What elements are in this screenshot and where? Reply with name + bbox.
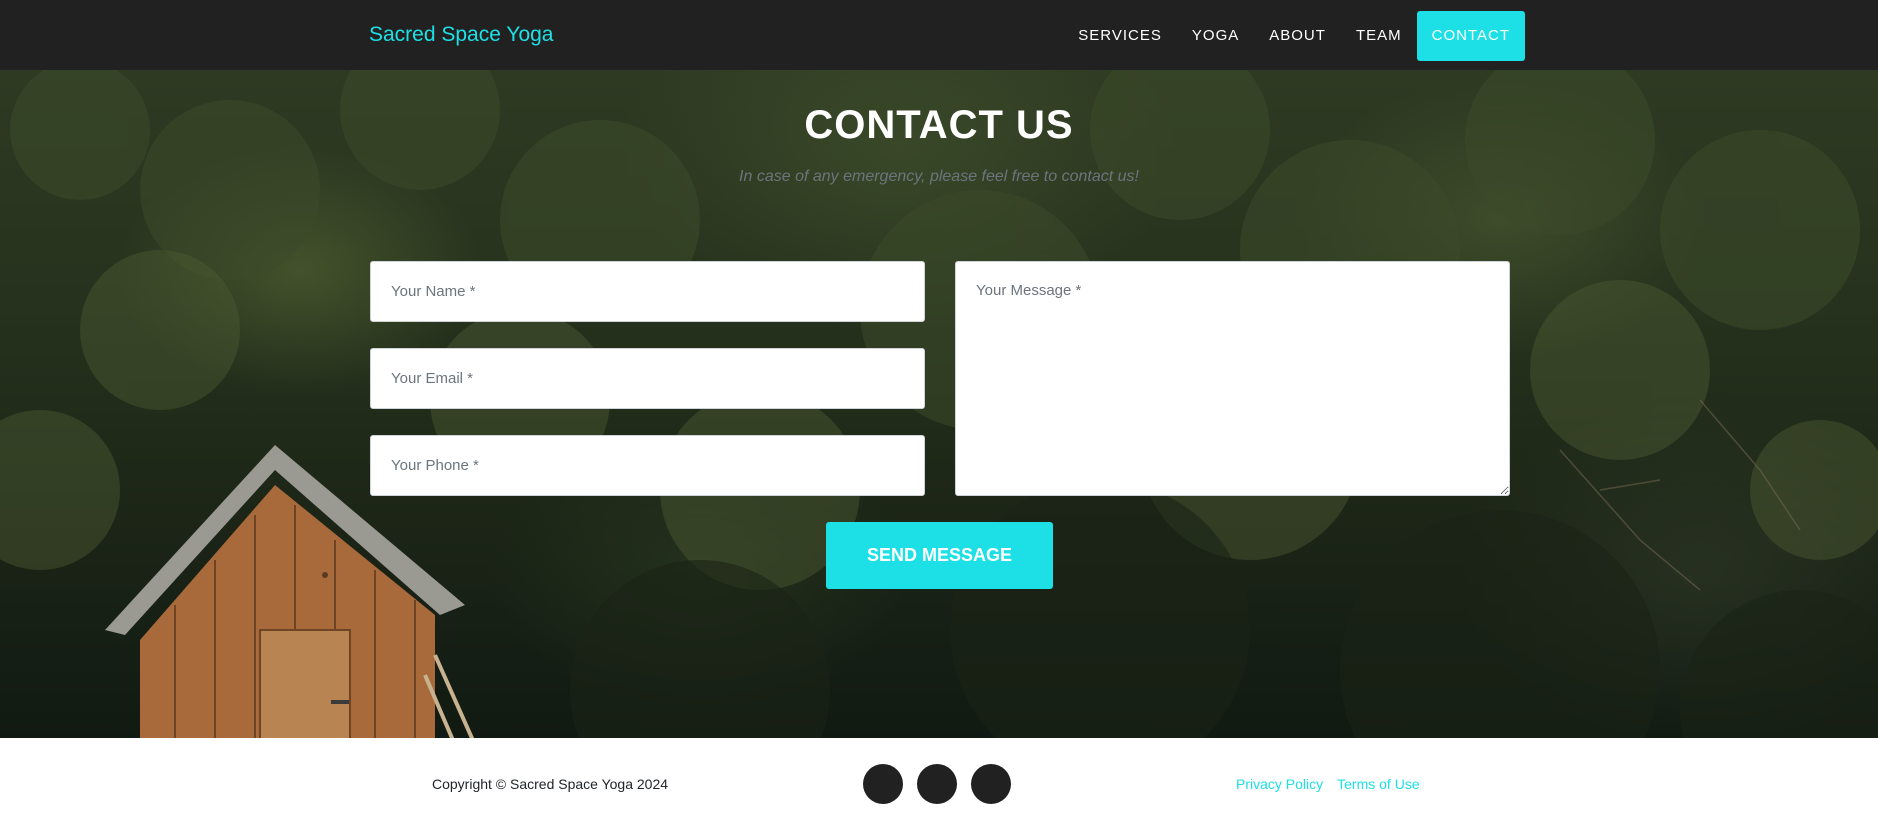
nav-link-yoga[interactable]: YOGA (1177, 11, 1254, 61)
section-title: CONTACT US (804, 103, 1074, 147)
linkedin-button[interactable] (971, 764, 1011, 804)
brand-logo[interactable]: Sacred Space Yoga (369, 23, 554, 47)
footer-links: Privacy Policy Terms of Use (1236, 776, 1420, 792)
phone-input[interactable] (370, 435, 925, 496)
section-subtitle: In case of any emergency, please feel fr… (739, 168, 1139, 185)
terms-of-use-link[interactable]: Terms of Use (1337, 776, 1419, 792)
contact-section: CONTACT US In case of any emergency, ple… (0, 70, 1878, 738)
privacy-policy-link[interactable]: Privacy Policy (1236, 776, 1323, 792)
navbar: Sacred Space Yoga SERVICES YOGA ABOUT TE… (0, 0, 1878, 70)
nav-link-contact[interactable]: CONTACT (1416, 11, 1525, 61)
twitter-button[interactable] (863, 764, 903, 804)
email-input[interactable] (370, 348, 925, 409)
message-textarea[interactable] (955, 261, 1510, 496)
send-message-button[interactable]: SEND MESSAGE (826, 522, 1053, 589)
facebook-button[interactable] (917, 764, 957, 804)
nav-link-team[interactable]: TEAM (1341, 11, 1417, 61)
nav-link-about[interactable]: ABOUT (1254, 11, 1341, 61)
nav-link-services[interactable]: SERVICES (1063, 11, 1177, 61)
footer: Copyright © Sacred Space Yoga 2024 Priva… (0, 738, 1878, 829)
nav-links: SERVICES YOGA ABOUT TEAM CONTACT (1063, 11, 1525, 61)
social-buttons (863, 764, 1011, 804)
copyright-text: Copyright © Sacred Space Yoga 2024 (432, 776, 669, 792)
name-input[interactable] (370, 261, 925, 322)
